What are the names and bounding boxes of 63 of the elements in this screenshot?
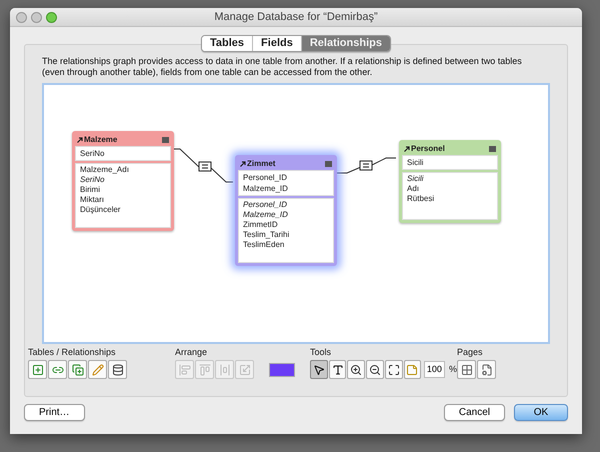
close-button[interactable] bbox=[16, 12, 27, 22]
toolbar-button[interactable] bbox=[347, 360, 366, 379]
color-swatch[interactable] bbox=[269, 362, 295, 376]
table-name: Malzeme bbox=[84, 135, 118, 145]
toolbar-button[interactable] bbox=[384, 360, 403, 379]
pointer-icon bbox=[312, 364, 325, 376]
dialog-button[interactable]: OK bbox=[514, 404, 568, 421]
arrow-icon bbox=[240, 161, 246, 167]
group-label: Tables / Relationships bbox=[28, 347, 117, 358]
toolbar-button[interactable] bbox=[328, 360, 346, 379]
minimize-button[interactable] bbox=[31, 12, 42, 22]
description-text: The relationships graph provides access to data in one table from another. If a relationship is defined between two tables (even through another table), fields from one table can be accessed from the other. bbox=[42, 56, 523, 78]
duplicate-icon bbox=[72, 364, 84, 376]
align-left-icon bbox=[178, 364, 190, 376]
toolbar-button[interactable] bbox=[310, 360, 328, 379]
group-label: Tools bbox=[310, 347, 332, 358]
note-icon bbox=[406, 364, 418, 376]
toolbar-button[interactable] bbox=[366, 360, 384, 379]
tab[interactable]: Fields bbox=[252, 36, 301, 51]
fit-icon bbox=[388, 364, 400, 376]
field-name: Rütbesi bbox=[407, 194, 434, 204]
dialog-button[interactable]: Cancel bbox=[444, 404, 505, 421]
zoom-out-icon bbox=[369, 364, 382, 376]
group-label: Arrange bbox=[175, 347, 208, 358]
dialog-button[interactable]: Print… bbox=[24, 404, 85, 421]
align-top-icon bbox=[198, 364, 210, 376]
field-name: Malzeme_ID bbox=[243, 210, 288, 220]
field-name: Malzeme_Adı bbox=[80, 165, 129, 175]
field-name: Teslim_Tarihi bbox=[243, 230, 290, 240]
zoom-button[interactable] bbox=[46, 12, 57, 22]
tab[interactable]: Relationships bbox=[300, 36, 390, 51]
distribute-icon bbox=[218, 364, 230, 376]
toolbar-button[interactable] bbox=[108, 360, 127, 379]
match-field: Personel_ID bbox=[243, 172, 329, 183]
add-table-icon bbox=[32, 364, 44, 376]
table-name: Zimmet bbox=[247, 159, 276, 169]
table-card[interactable]: Zimmet Personel_ID Malzeme_ID Personel_ID Malzeme_ID ZimmetID Teslim_Tarihi TeslimEden bbox=[235, 155, 337, 266]
field-name: Sicili bbox=[407, 174, 424, 184]
zoom-in-icon bbox=[350, 364, 362, 376]
page-setup-icon bbox=[480, 364, 492, 376]
field-name: SeriNo bbox=[80, 175, 104, 185]
arrow-icon bbox=[77, 137, 83, 143]
pencil-icon bbox=[92, 364, 104, 376]
grid-icon bbox=[460, 364, 472, 376]
field-name: Miktarı bbox=[80, 195, 104, 205]
resize-icon bbox=[238, 364, 250, 376]
tab[interactable]: Tables bbox=[202, 36, 252, 51]
percent-label: % bbox=[448, 362, 457, 376]
field-name: Düşünceler bbox=[80, 205, 120, 215]
field-name: Birimi bbox=[80, 185, 100, 195]
match-field: Malzeme_ID bbox=[243, 183, 329, 194]
text-tool-icon bbox=[332, 364, 344, 376]
relationship-line[interactable] bbox=[336, 158, 396, 174]
field-name: ZimmetID bbox=[243, 220, 278, 230]
field-name: TeslimEden bbox=[243, 240, 284, 250]
arrow-icon bbox=[404, 146, 410, 152]
group-label: Pages bbox=[457, 347, 484, 358]
field-name: Personel_ID bbox=[243, 200, 288, 210]
cylinder-icon bbox=[112, 364, 124, 376]
window-title: Manage Database for “Demirbaş” bbox=[214, 10, 378, 25]
table-name: Personel bbox=[411, 144, 445, 154]
zoom-field[interactable]: 100 bbox=[424, 361, 445, 378]
field-name: Adı bbox=[407, 184, 420, 194]
